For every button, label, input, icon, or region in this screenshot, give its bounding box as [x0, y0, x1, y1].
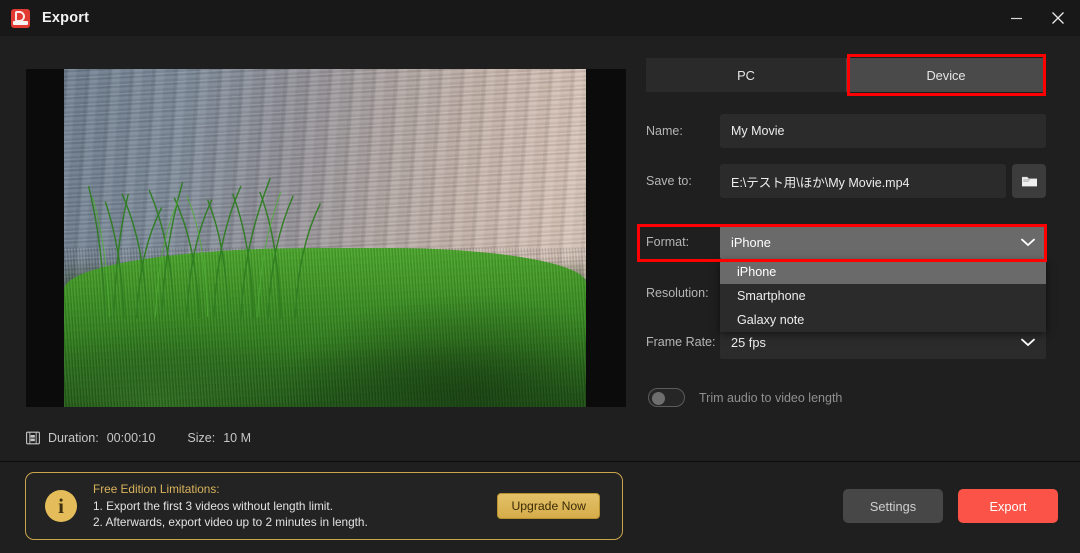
- duration-value: 00:00:10: [106, 431, 156, 445]
- tab-device[interactable]: Device: [846, 58, 1046, 92]
- notice-text: Free Edition Limitations: 1. Export the …: [93, 481, 368, 531]
- settings-button[interactable]: Settings: [843, 489, 943, 523]
- destination-tabs: PC Device: [646, 58, 1046, 92]
- chevron-down-icon: [1021, 338, 1035, 346]
- preview-frame: [64, 69, 586, 407]
- upgrade-now-button[interactable]: Upgrade Now: [497, 493, 600, 519]
- size-label: Size:: [187, 431, 216, 445]
- resolution-label: Resolution:: [646, 286, 709, 300]
- preview-grass: [64, 248, 586, 407]
- title-bar: Export: [0, 0, 1080, 36]
- name-label: Name:: [646, 124, 683, 138]
- video-preview[interactable]: [26, 69, 626, 407]
- size-value: 10 M: [223, 431, 251, 445]
- trim-audio-toggle[interactable]: [648, 388, 685, 407]
- window-controls: [996, 0, 1080, 36]
- format-select[interactable]: iPhone: [720, 225, 1046, 259]
- info-icon: i: [45, 490, 77, 522]
- folder-icon[interactable]: [1012, 164, 1046, 198]
- name-row: Name: My Movie: [646, 114, 1046, 148]
- app-logo-icon: [11, 8, 30, 28]
- window-title: Export: [42, 10, 90, 26]
- notice-line-2: 2. Afterwards, export video up to 2 minu…: [93, 515, 368, 530]
- free-edition-notice: i Free Edition Limitations: 1. Export th…: [25, 472, 623, 540]
- film-strip-icon: [26, 431, 40, 445]
- format-label: Format:: [646, 235, 690, 249]
- notice-line-1: 1. Export the first 3 videos without len…: [93, 498, 333, 513]
- trim-audio-row: Trim audio to video length: [648, 388, 842, 407]
- notice-title: Free Edition Limitations:: [93, 481, 220, 496]
- tab-pc[interactable]: PC: [646, 58, 846, 92]
- save-to-label: Save to:: [646, 174, 692, 188]
- footer-actions: Settings Export: [843, 489, 1058, 523]
- footer-divider: [0, 461, 1080, 462]
- chevron-down-icon: [1021, 238, 1035, 246]
- format-option-smartphone[interactable]: Smartphone: [720, 284, 1046, 308]
- format-row: Format: iPhone: [646, 225, 1046, 259]
- export-dialog: Export Duration: 00:00:10 Size: 10 M i F…: [0, 0, 1080, 553]
- format-dropdown-list: iPhone Smartphone Galaxy note: [720, 260, 1046, 332]
- format-option-iphone[interactable]: iPhone: [720, 260, 1046, 284]
- format-value: iPhone: [731, 234, 771, 250]
- close-icon[interactable]: [1036, 0, 1080, 36]
- duration-label: Duration:: [48, 431, 99, 445]
- name-input[interactable]: My Movie: [720, 114, 1046, 148]
- format-option-galaxy-note[interactable]: Galaxy note: [720, 308, 1046, 332]
- frame-rate-value: 25 fps: [731, 334, 766, 350]
- clip-meta: Duration: 00:00:10 Size: 10 M: [26, 427, 251, 449]
- trim-audio-label: Trim audio to video length: [699, 390, 843, 405]
- minimize-button[interactable]: [996, 0, 1036, 36]
- preview-water: [64, 69, 586, 279]
- export-button[interactable]: Export: [958, 489, 1058, 523]
- frame-rate-label: Frame Rate:: [646, 335, 716, 349]
- save-to-input[interactable]: E:\テスト用\ほか\My Movie.mp4: [720, 164, 1006, 198]
- save-to-row: Save to: E:\テスト用\ほか\My Movie.mp4: [646, 164, 1046, 198]
- toggle-knob: [651, 391, 665, 405]
